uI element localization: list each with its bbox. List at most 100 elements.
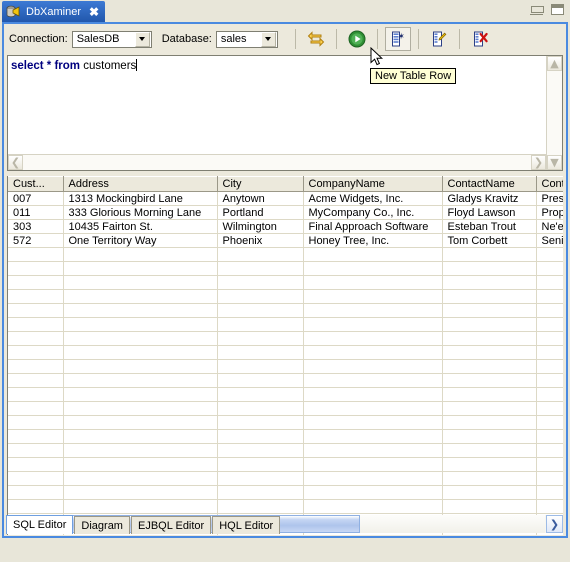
table-row-empty[interactable]	[8, 275, 563, 290]
table-row-empty[interactable]	[8, 317, 563, 332]
table-cell-empty[interactable]	[8, 415, 64, 430]
table-cell-empty[interactable]	[217, 345, 304, 360]
table-cell[interactable]: 10435 Fairton St.	[63, 219, 218, 234]
table-cell-empty[interactable]	[8, 289, 64, 304]
table-cell[interactable]: Tom Corbett	[442, 233, 537, 248]
table-cell[interactable]: 011	[8, 205, 64, 220]
table-cell-empty[interactable]	[536, 345, 563, 360]
table-cell-empty[interactable]	[8, 247, 64, 262]
table-row-empty[interactable]	[8, 499, 563, 514]
app-tab-dbxaminer[interactable]: DbXaminer ✖	[2, 1, 106, 22]
table-cell-empty[interactable]	[8, 359, 64, 374]
table-cell[interactable]: 303	[8, 219, 64, 234]
table-cell-empty[interactable]	[442, 303, 537, 318]
table-cell-empty[interactable]	[536, 485, 563, 500]
table-cell-empty[interactable]	[536, 429, 563, 444]
table-row-empty[interactable]	[8, 443, 563, 458]
table-cell-empty[interactable]	[217, 359, 304, 374]
table-cell-empty[interactable]	[442, 457, 537, 472]
table-cell[interactable]: Acme Widgets, Inc.	[303, 191, 443, 206]
table-cell-empty[interactable]	[536, 247, 563, 262]
table-cell-empty[interactable]	[217, 303, 304, 318]
table-cell-empty[interactable]	[536, 303, 563, 318]
commit-rollback-icon[interactable]	[303, 27, 329, 51]
table-cell[interactable]: Esteban Trout	[442, 219, 537, 234]
column-header[interactable]: CompanyName	[303, 176, 443, 192]
run-query-icon[interactable]	[344, 27, 370, 51]
table-cell-empty[interactable]	[8, 471, 64, 486]
table-cell-empty[interactable]	[63, 387, 218, 402]
table-cell[interactable]: One Territory Way	[63, 233, 218, 248]
table-cell-empty[interactable]	[303, 289, 443, 304]
column-header[interactable]: City	[217, 176, 304, 192]
table-cell-empty[interactable]	[303, 359, 443, 374]
table-cell-empty[interactable]	[303, 387, 443, 402]
scroll-right-icon[interactable]: ❯	[531, 155, 546, 170]
table-cell-empty[interactable]	[217, 415, 304, 430]
table-cell[interactable]: 1313 Mockingbird Lane	[63, 191, 218, 206]
table-cell-empty[interactable]	[8, 261, 64, 276]
table-cell-empty[interactable]	[442, 499, 537, 514]
database-select[interactable]: sales	[215, 30, 278, 48]
column-header[interactable]: Cust...	[8, 176, 64, 192]
table-cell-empty[interactable]	[442, 387, 537, 402]
table-cell-empty[interactable]	[442, 373, 537, 388]
table-cell-empty[interactable]	[536, 261, 563, 276]
table-cell[interactable]: 572	[8, 233, 64, 248]
scroll-up-icon[interactable]: ▲	[547, 56, 562, 71]
table-cell-empty[interactable]	[536, 359, 563, 374]
table-cell-empty[interactable]	[536, 289, 563, 304]
table-cell[interactable]: 007	[8, 191, 64, 206]
table-cell-empty[interactable]	[217, 471, 304, 486]
table-cell-empty[interactable]	[442, 247, 537, 262]
table-cell-empty[interactable]	[303, 499, 443, 514]
table-cell-empty[interactable]	[536, 401, 563, 416]
table-row[interactable]: 007 1313 Mockingbird Lane Anytown Acme Widg…	[8, 191, 563, 206]
table-cell-empty[interactable]	[217, 317, 304, 332]
table-row[interactable]: 011 333 Glorious Morning Lane Portland MyCo…	[8, 205, 563, 220]
table-cell-empty[interactable]	[8, 303, 64, 318]
table-cell[interactable]: Presi...	[536, 191, 563, 206]
table-row-empty[interactable]	[8, 457, 563, 472]
table-cell[interactable]: Propr...	[536, 205, 563, 220]
table-cell[interactable]: Gladys Kravitz	[442, 191, 537, 206]
table-cell-empty[interactable]	[8, 429, 64, 444]
table-row-empty[interactable]	[8, 387, 563, 402]
table-cell-empty[interactable]	[303, 275, 443, 290]
new-table-row-icon[interactable]	[384, 27, 411, 51]
table-cell-empty[interactable]	[217, 401, 304, 416]
table-cell-empty[interactable]	[63, 359, 218, 374]
table-cell-empty[interactable]	[63, 261, 218, 276]
table-cell-empty[interactable]	[303, 457, 443, 472]
editor-vertical-scrollbar[interactable]: ▲ ▼	[546, 56, 562, 170]
table-cell[interactable]: Final Approach Software	[303, 219, 443, 234]
table-row-empty[interactable]	[8, 331, 563, 346]
table-cell[interactable]: Senio...	[536, 233, 563, 248]
table-cell-empty[interactable]	[303, 303, 443, 318]
scroll-left-icon[interactable]: ❮	[8, 155, 23, 170]
table-cell-empty[interactable]	[303, 429, 443, 444]
table-row-empty[interactable]	[8, 485, 563, 500]
table-cell-empty[interactable]	[442, 289, 537, 304]
table-cell-empty[interactable]	[442, 415, 537, 430]
table-cell-empty[interactable]	[63, 499, 218, 514]
table-cell-empty[interactable]	[63, 373, 218, 388]
table-cell-empty[interactable]	[536, 317, 563, 332]
table-cell-empty[interactable]	[536, 415, 563, 430]
table-cell[interactable]: Honey Tree, Inc.	[303, 233, 443, 248]
chevron-down-icon[interactable]	[260, 31, 276, 47]
table-cell-empty[interactable]	[63, 429, 218, 444]
table-cell-empty[interactable]	[303, 373, 443, 388]
table-cell-empty[interactable]	[63, 401, 218, 416]
table-cell-empty[interactable]	[8, 275, 64, 290]
table-cell-empty[interactable]	[536, 471, 563, 486]
table-cell-empty[interactable]	[303, 443, 443, 458]
table-cell-empty[interactable]	[63, 471, 218, 486]
table-cell-empty[interactable]	[63, 331, 218, 346]
table-cell-empty[interactable]	[8, 387, 64, 402]
table-cell-empty[interactable]	[442, 317, 537, 332]
table-row-empty[interactable]	[8, 401, 563, 416]
table-cell-empty[interactable]	[303, 345, 443, 360]
table-row[interactable]: 303 10435 Fairton St. Wilmington Final Appr…	[8, 219, 563, 234]
table-cell-empty[interactable]	[303, 247, 443, 262]
